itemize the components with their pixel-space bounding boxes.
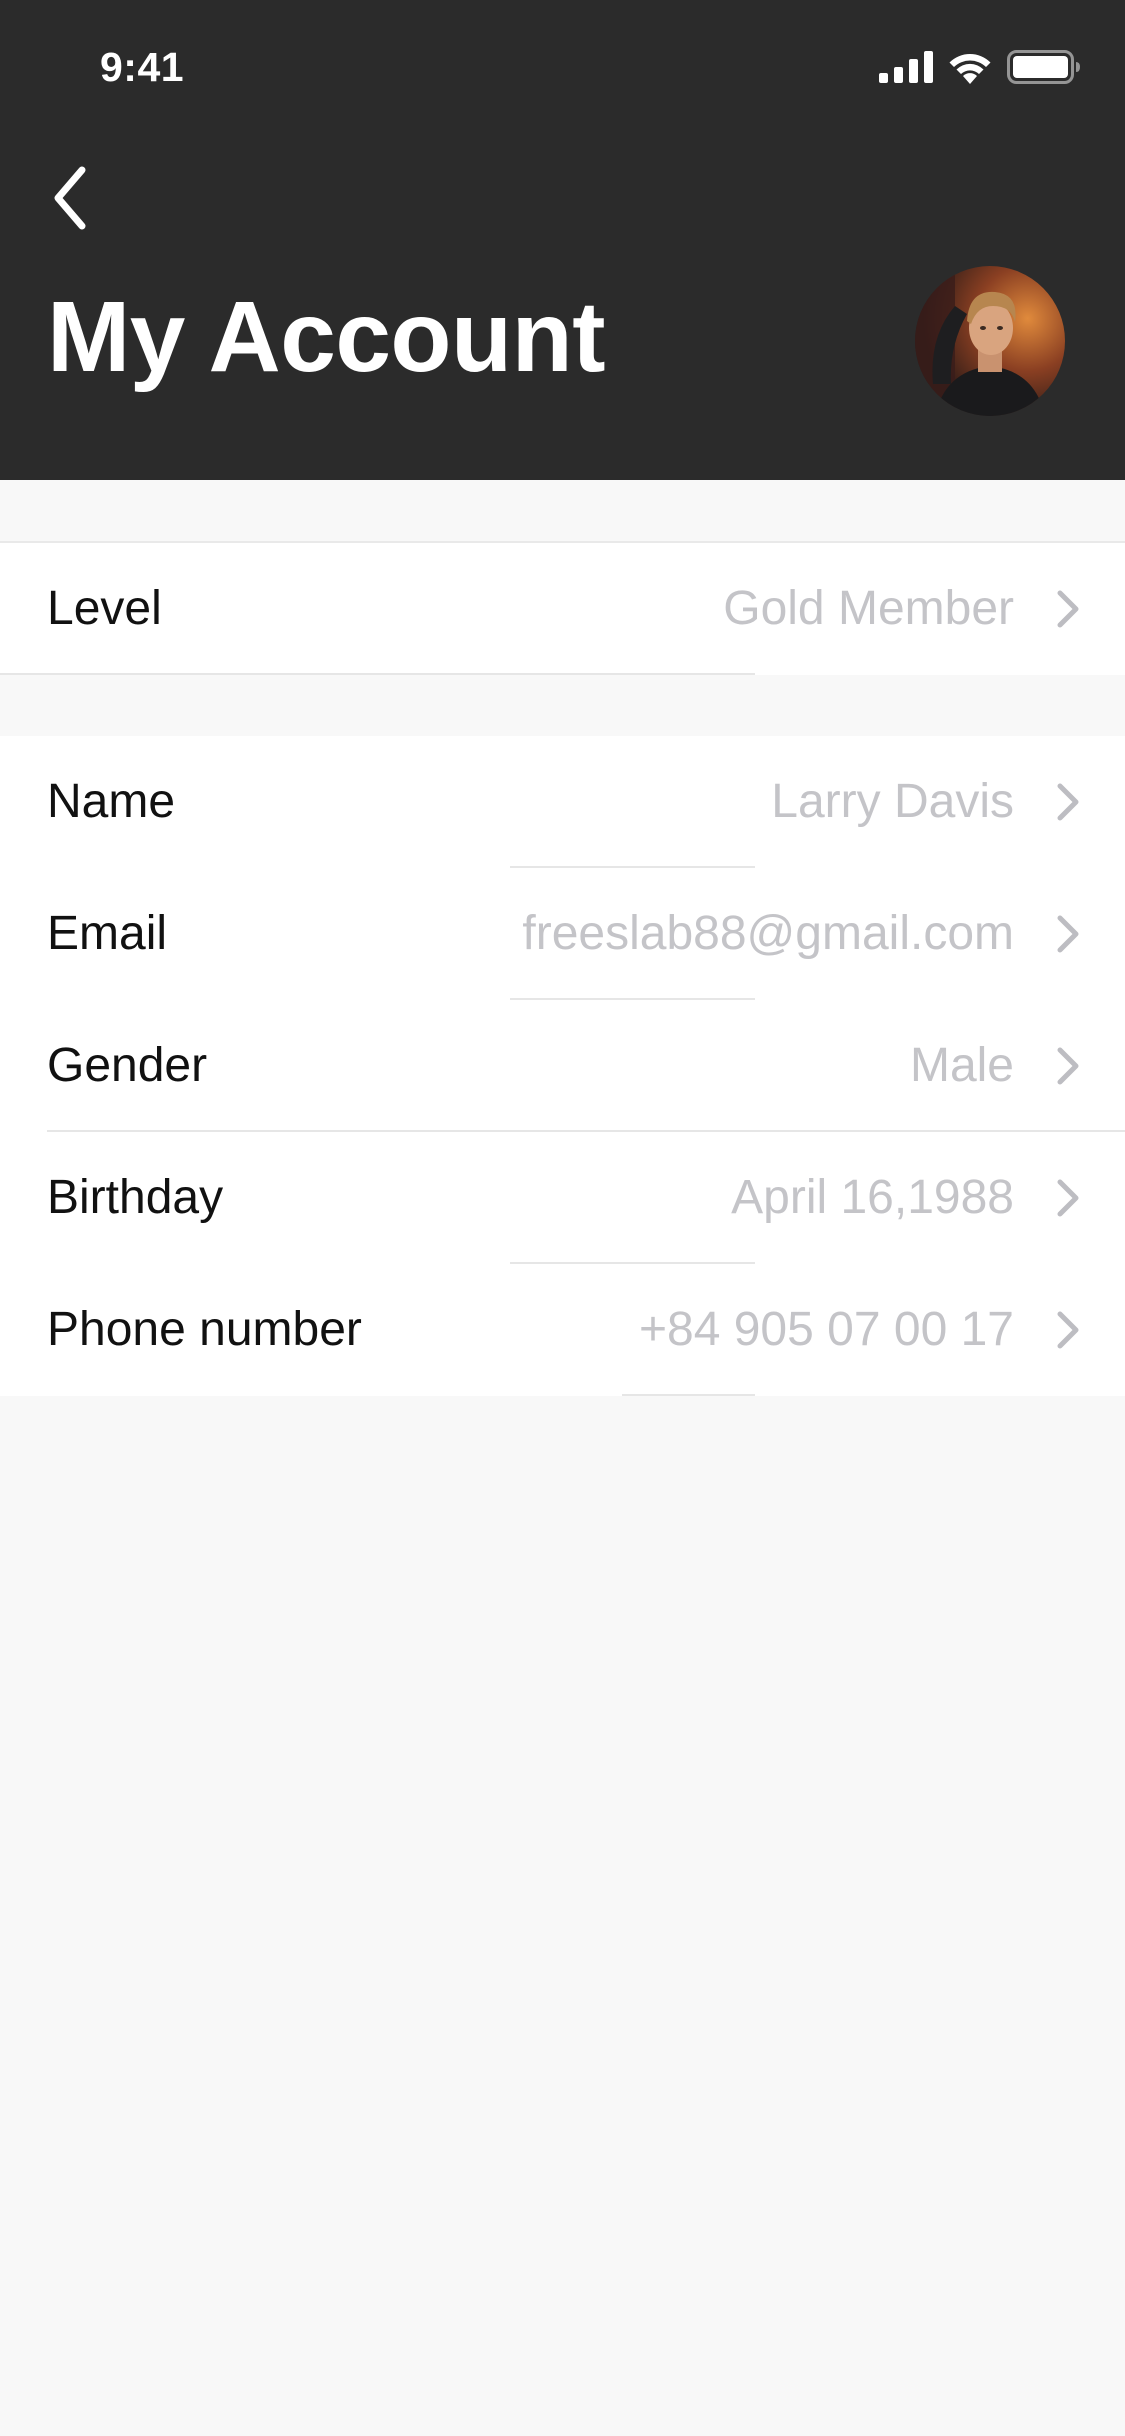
chevron-right-icon [1056, 1178, 1080, 1218]
row-phone-number[interactable]: Phone number +84 905 07 00 17 [0, 1264, 1125, 1396]
chevron-right-icon [1056, 782, 1080, 822]
page-title: My Account [47, 281, 606, 393]
row-value-phone-number: +84 905 07 00 17 [638, 1303, 1014, 1356]
row-value-level: Gold Member [723, 582, 1014, 635]
row-label-level: Level [47, 582, 162, 635]
row-gender[interactable]: Gender Male [0, 1000, 1125, 1132]
chevron-right-icon [1056, 914, 1080, 954]
status-bar-time: 9:41 [100, 44, 185, 90]
status-bar-icons [879, 50, 1081, 84]
avatar[interactable] [915, 266, 1065, 416]
chevron-right-icon [1056, 589, 1080, 629]
row-label-name: Name [47, 775, 176, 828]
row-email[interactable]: Email freeslab88@gmail.com [0, 868, 1125, 1000]
battery-icon [1007, 50, 1081, 84]
cellular-signal-icon [879, 51, 933, 83]
chevron-left-icon [50, 166, 90, 235]
row-label-gender: Gender [47, 1039, 208, 1092]
row-value-gender: Male [909, 1039, 1014, 1092]
row-value-email: freeslab88@gmail.com [522, 907, 1014, 960]
chevron-right-icon [1056, 1046, 1080, 1086]
membership-group: Level Gold Member [0, 541, 1125, 675]
row-label-phone-number: Phone number [47, 1303, 362, 1356]
row-label-email: Email [47, 907, 168, 960]
row-value-birthday: April 16,1988 [731, 1171, 1014, 1224]
row-value-name: Larry Davis [771, 775, 1014, 828]
row-birthday[interactable]: Birthday April 16,1988 [0, 1132, 1125, 1264]
wifi-icon [947, 51, 993, 84]
row-divider [0, 673, 755, 675]
profile-group: Name Larry Davis Email freeslab88@gmail.… [0, 736, 1125, 1396]
navigation-header: 9:41 My Account [0, 0, 1125, 480]
row-level[interactable]: Level Gold Member [0, 543, 1125, 675]
row-name[interactable]: Name Larry Davis [0, 736, 1125, 868]
chevron-right-icon [1056, 1310, 1080, 1350]
back-button[interactable] [40, 165, 100, 235]
row-divider [622, 1394, 755, 1396]
row-label-birthday: Birthday [47, 1171, 224, 1224]
